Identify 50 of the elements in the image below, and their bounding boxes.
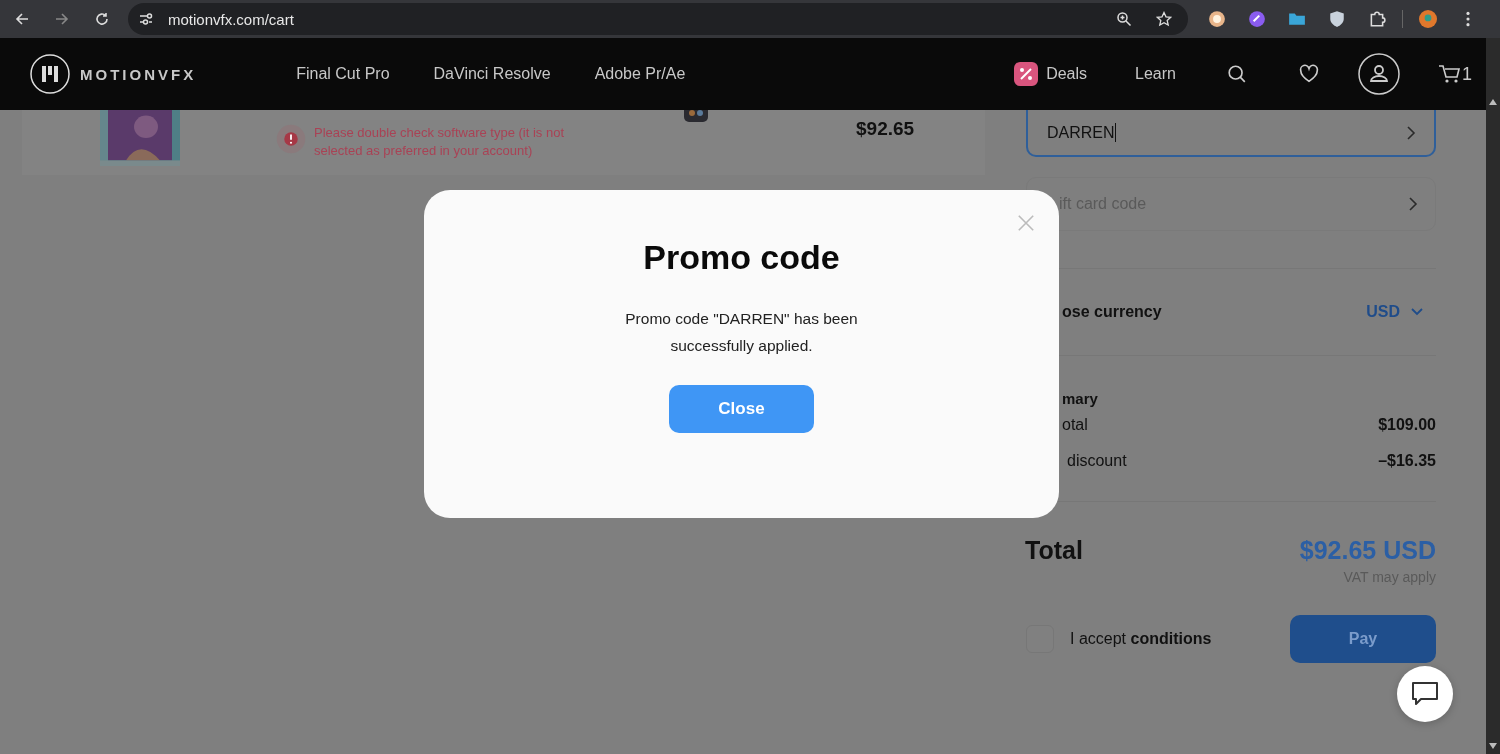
- deals-link[interactable]: Deals: [1046, 65, 1088, 83]
- promo-code-field[interactable]: DARREN: [1026, 110, 1436, 157]
- chevron-down-icon: [1410, 307, 1424, 317]
- warning-icon: [276, 124, 306, 154]
- cart-count: 1: [1462, 63, 1472, 85]
- summary-value: –$16.35: [1378, 452, 1436, 470]
- cart-button[interactable]: 1: [1438, 62, 1472, 86]
- profile-avatar[interactable]: [1419, 10, 1437, 28]
- dialog-message: Promo code "DARREN" has been successfully applied.: [624, 309, 859, 356]
- chevron-right-icon[interactable]: [1406, 124, 1416, 141]
- search-icon[interactable]: [1226, 63, 1248, 85]
- summary-title: mary: [1061, 390, 1099, 407]
- summary-value: $109.00: [1378, 416, 1436, 434]
- chat-icon: [1411, 681, 1439, 707]
- summary-label: otal: [1061, 416, 1088, 434]
- total-label: Total: [1025, 536, 1083, 565]
- address-bar[interactable]: motionvfx.com/cart: [128, 3, 1188, 35]
- nav-link[interactable]: DaVinci Resolve: [433, 65, 551, 83]
- logo-text[interactable]: MOTIONVFX: [80, 65, 197, 83]
- back-icon[interactable]: [14, 11, 30, 27]
- nav-link[interactable]: Adobe Pr/Ae: [594, 65, 686, 83]
- learn-link[interactable]: Learn: [1135, 65, 1176, 83]
- heart-icon[interactable]: [1298, 63, 1320, 85]
- site-settings-icon[interactable]: [138, 11, 154, 27]
- puzzle-icon[interactable]: [1368, 10, 1386, 28]
- folder-icon[interactable]: [1288, 10, 1306, 28]
- url-text: motionvfx.com/cart: [168, 10, 294, 28]
- summary-label: discount: [1066, 452, 1127, 470]
- forward-icon[interactable]: [54, 11, 70, 27]
- accept-conditions-text: I accept conditions: [1070, 630, 1212, 648]
- zoom-icon[interactable]: [1116, 11, 1132, 27]
- dialog-title: Promo code: [643, 238, 840, 277]
- scroll-down-icon[interactable]: [1488, 742, 1498, 750]
- extension-icon[interactable]: [1208, 10, 1226, 28]
- software-icon: [684, 110, 708, 122]
- shield-icon[interactable]: [1328, 10, 1346, 28]
- star-icon[interactable]: [1156, 11, 1172, 27]
- warning-text: Please double check software type (it is not selected as preferred in your account): [314, 124, 566, 160]
- logo-icon[interactable]: [30, 54, 70, 94]
- nav-link[interactable]: Final Cut Pro: [296, 65, 390, 83]
- scrollbar[interactable]: [1486, 38, 1500, 754]
- currency-label: ose currency: [1061, 303, 1162, 321]
- account-icon[interactable]: [1358, 53, 1400, 95]
- scroll-up-icon[interactable]: [1488, 98, 1498, 106]
- reload-icon[interactable]: [94, 11, 110, 27]
- item-price: $92.65: [856, 118, 915, 140]
- percent-icon[interactable]: [1014, 62, 1039, 86]
- extension-icon[interactable]: [1248, 10, 1266, 28]
- total-price: $92.65 USD: [1299, 536, 1436, 565]
- chevron-right-icon[interactable]: [1408, 196, 1418, 212]
